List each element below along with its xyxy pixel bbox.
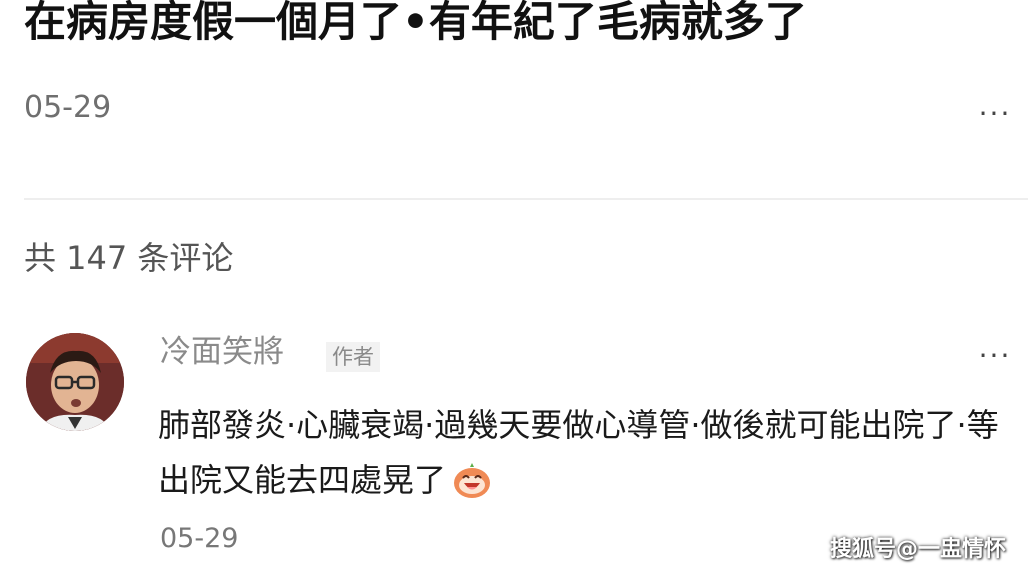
avatar[interactable] <box>26 333 124 431</box>
post-more-icon[interactable]: ··· <box>975 100 1015 136</box>
comment-more-icon[interactable]: ··· <box>975 342 1015 378</box>
comment-text: 肺部發炎·心臟衰竭·過幾天要做心導管·做後就可能出院了·等出院又能去四處晃了 <box>158 398 1018 516</box>
post-date: 05-29 <box>24 90 112 125</box>
comment-count: 共 147 条评论 <box>24 239 234 277</box>
author-name[interactable]: 冷面笑將 <box>160 330 284 374</box>
author-badge: 作者 <box>326 342 380 372</box>
divider <box>24 198 1028 200</box>
comment-date: 05-29 <box>160 523 239 554</box>
comment-text-content: 肺部發炎·心臟衰竭·過幾天要做心導管·做後就可能出院了·等出院又能去四處晃了 <box>158 406 999 499</box>
watermark: 搜狐号@一盅情怀 <box>829 537 1006 562</box>
post-title: 在病房度假一個月了•有年紀了毛病就多了 <box>24 0 807 46</box>
laughing-emoji-icon <box>452 461 492 516</box>
